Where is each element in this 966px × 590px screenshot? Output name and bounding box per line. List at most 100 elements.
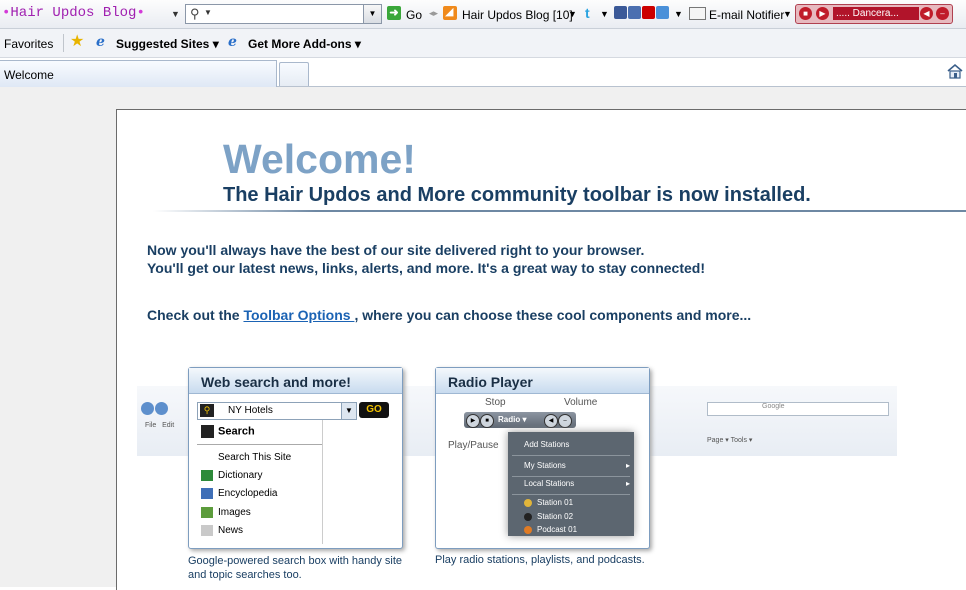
- mock-menu-edit: Edit: [162, 422, 175, 429]
- ie-page-icon: e: [228, 34, 237, 50]
- tab-title: Welcome: [4, 68, 54, 82]
- mock-radio-controls: ▶ ■ Radio ▾ ◀ –: [464, 412, 576, 428]
- web-search-panel-header: Web search and more!: [189, 368, 402, 394]
- ie-page-icon: e: [96, 34, 105, 50]
- mock-search-box: [707, 402, 889, 416]
- search-icon: ⚲: [190, 6, 200, 21]
- menu-item-label: News: [218, 525, 244, 537]
- list-item: Podcast 01: [524, 525, 577, 534]
- radio-control-text: Radio: [498, 415, 521, 424]
- site-icon: [201, 452, 213, 463]
- toolbar-options-link[interactable]: Toolbar Options: [243, 307, 354, 323]
- toolbar-search-box[interactable]: ⚲ ▼ ▼: [185, 4, 382, 24]
- stop-icon[interactable]: ■: [799, 7, 812, 20]
- brand-menu-arrow-icon[interactable]: ▼: [171, 9, 180, 19]
- search-icon: ⚲: [200, 404, 214, 417]
- favorites-bar: Favorites ★ e Suggested Sites ▾ e Get Mo…: [0, 29, 966, 58]
- social-menu-arrow-icon[interactable]: ▼: [674, 9, 683, 19]
- menu-item-label: Encyclopedia: [218, 488, 278, 500]
- menu-divider: [512, 494, 630, 495]
- go-logo-icon: GO: [359, 402, 389, 418]
- list-item: Search This Site: [201, 452, 291, 463]
- radio-panel-header: Radio Player: [436, 368, 649, 394]
- new-tab-button[interactable]: [279, 62, 309, 86]
- intro-line-1: Now you'll always have the best of our s…: [147, 242, 645, 258]
- suggested-sites-label: Suggested Sites: [116, 37, 210, 51]
- menu-header-label: Search: [218, 425, 255, 438]
- search-history-dropdown-button[interactable]: ▼: [363, 5, 381, 23]
- radio-dropdown-label: Radio ▾: [498, 415, 527, 424]
- list-item: Station 02: [524, 512, 573, 521]
- nav-buttons-illustration: [141, 402, 171, 416]
- list-item: My Stations: [524, 461, 630, 470]
- search-engine-dropdown-icon[interactable]: ▼: [204, 8, 212, 17]
- mock-search-input: ⚲ NY Hotels ▼: [197, 402, 357, 420]
- rss-icon[interactable]: [443, 5, 457, 20]
- check-prefix: Check out the: [147, 307, 244, 323]
- radio-station-dropdown[interactable]: ..... Dancera...: [833, 7, 919, 20]
- email-icon[interactable]: [689, 7, 706, 20]
- radio-player-control: ■ ▶ ..... Dancera... ◀ –: [795, 4, 953, 24]
- home-icon[interactable]: [946, 62, 964, 80]
- radio-options-icon[interactable]: –: [936, 7, 949, 20]
- mock-radio-menu: Add Stations My Stations Local Stations …: [508, 432, 634, 536]
- get-more-addons-label: Get More Add-ons: [248, 37, 352, 51]
- youtube-icon[interactable]: [642, 6, 655, 19]
- list-item: Local Stations: [524, 479, 631, 488]
- rss-menu-arrow-icon[interactable]: ▼: [568, 9, 577, 19]
- go-button[interactable]: Go: [406, 8, 422, 22]
- heading-divider: [153, 210, 966, 212]
- mock-menu: File Edit: [145, 422, 174, 429]
- play-pause-label: Play/Pause: [448, 440, 499, 451]
- mock-page-tools: Page ▾ Tools ▾: [707, 437, 753, 444]
- images-icon: [201, 507, 213, 518]
- list-item: Dictionary: [201, 470, 262, 481]
- facebook-icon[interactable]: [614, 6, 627, 19]
- web-search-panel-title: Web search and more!: [201, 374, 351, 390]
- go-icon[interactable]: ➜: [387, 6, 401, 20]
- welcome-page: Welcome! The Hair Updos and More communi…: [116, 109, 966, 590]
- email-notifier-button[interactable]: E-mail Notifier: [709, 8, 784, 22]
- globe-icon[interactable]: [656, 6, 669, 19]
- play-icon[interactable]: ▶: [816, 7, 829, 20]
- encyclopedia-icon: [201, 488, 213, 499]
- web-search-feature-panel: Web search and more! ⚲ NY Hotels ▼ GO Se…: [188, 367, 403, 549]
- social-network-icons[interactable]: [614, 6, 670, 21]
- menu-divider: [512, 455, 630, 456]
- rss-feed-button[interactable]: Hair Updos Blog [10]: [462, 8, 573, 22]
- tab-welcome[interactable]: Welcome: [0, 60, 277, 87]
- menu-item-label: Dictionary: [218, 470, 263, 482]
- stop-label: Stop: [485, 397, 506, 408]
- stop-icon: ■: [480, 414, 494, 428]
- page-viewport: Welcome! The Hair Updos and More communi…: [0, 87, 966, 590]
- mock-search-query: NY Hotels: [228, 405, 273, 416]
- play-icon: ▶: [466, 414, 480, 428]
- podcast-icon: [524, 525, 532, 534]
- list-item: Encyclopedia: [201, 488, 277, 499]
- menu-item-label: Podcast 01: [537, 525, 578, 534]
- volume-label: Volume: [564, 397, 598, 408]
- menu-divider: [197, 444, 322, 445]
- menu-item-label: Station 02: [537, 512, 574, 521]
- list-item: News: [201, 525, 243, 536]
- add-favorite-star-icon[interactable]: ★: [70, 34, 84, 50]
- list-item: Station 01: [524, 498, 573, 507]
- check-suffix: , where you can choose these cool compon…: [354, 307, 752, 323]
- favorites-button[interactable]: Favorites: [4, 37, 53, 51]
- volume-icon: ◀: [544, 414, 558, 428]
- list-item: Add Stations: [524, 440, 570, 449]
- twitter-menu-arrow-icon[interactable]: ▼: [600, 9, 609, 19]
- toolbar-options-text: Check out the Toolbar Options , where yo…: [147, 307, 751, 323]
- twitter-icon[interactable]: t: [585, 6, 599, 20]
- email-menu-arrow-icon[interactable]: ▼: [783, 9, 792, 19]
- mock-search-dropdown-menu: Search Search This Site Dictionary Encyc…: [197, 420, 323, 544]
- menu-item-label: Images: [218, 507, 251, 519]
- suggested-sites-button[interactable]: Suggested Sites ▾: [116, 37, 219, 51]
- toolbar-brand[interactable]: •Hair Updos Blog•: [2, 5, 145, 21]
- volume-icon[interactable]: ◀: [920, 7, 933, 20]
- separator-arrows-icon: ◂▸: [429, 8, 439, 18]
- get-more-addons-button[interactable]: Get More Add-ons ▾: [248, 37, 361, 51]
- linkedin-icon[interactable]: [628, 6, 641, 19]
- list-item: Images: [201, 507, 251, 518]
- web-search-caption: Google-powered search box with handy sit…: [188, 555, 403, 581]
